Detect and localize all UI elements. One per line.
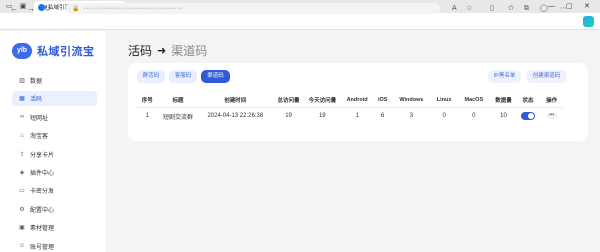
cell-index: 1 [145,113,149,120]
split-screen-icon[interactable]: ▯ [490,3,494,14]
brand-badge: ylb [12,43,32,59]
page-title-main: 活码 [128,44,153,58]
arrow-right-icon: ➜ [157,45,167,57]
more-menu-icon[interactable]: ⋯ [560,3,567,14]
more-actions-button[interactable]: ••• [546,112,557,119]
minimize-icon[interactable]: — [548,1,555,12]
url-text: •••••••••••••••••••••••••••••••••• [83,5,183,12]
table-header-row: 序号 标题 创建时间 总访问量 今天访问量 Android iOS Window… [136,94,564,107]
gear-icon: ⚙ [19,206,25,213]
cell-actions: ••• [539,107,564,125]
column-header: 数据量 [495,98,512,105]
sidebar-item-assets[interactable]: ▣ 素材管理 [12,220,97,235]
sidebar-item-plugins[interactable]: ◈ 插件中心 [12,165,97,180]
sidebar-item-card-dist[interactable]: ▭ 卡密分发 [12,183,97,198]
sidebar-item-label: 插件中心 [30,170,55,177]
copilot-icon[interactable] [583,16,594,27]
column-header: 今天访问量 [308,98,337,105]
read-aloud-icon[interactable]: A [452,3,457,14]
page-subtitle: 渠道码 [171,44,208,58]
cell-created-time: 2024-04-13 22:26:38 [207,113,264,120]
create-channel-code-button[interactable]: 创建渠道码 [526,70,567,83]
page-title: 活码 ➜ 渠道码 [128,42,207,59]
cell-today-visits: 19 [318,113,326,120]
cell-windows: 3 [409,113,414,120]
sidebar-item-label: 账号管理 [30,244,55,251]
close-window-icon[interactable]: ✕ [584,1,590,12]
url-input[interactable]: 🔒 •••••••••••••••••••••••••••••••••• [66,3,440,14]
address-bar [0,13,600,30]
sidebar-item-livecode[interactable]: ▦ 活码 [12,91,97,107]
chart-icon: ▥ [19,78,25,84]
column-header: 标题 [172,98,184,105]
brand-logo[interactable]: ylb 私域引流宝 [12,43,95,59]
share-icon: ⇪ [19,151,25,158]
column-header: iOS [377,97,388,104]
column-header: 序号 [141,98,153,105]
sidebar: ylb 私域引流宝 ▥ 数据 ▦ 活码 ∞ 短网址 ⌂ 淘宝客 ⇪ 分享卡片 ◈… [0,31,106,252]
sidebar-item-label: 卡密分发 [30,189,55,196]
column-header: 总访问量 [277,98,300,105]
sidebar-menu: ▥ 数据 ▦ 活码 ∞ 短网址 ⌂ 淘宝客 ⇪ 分享卡片 ◈ 插件中心 ▭ 卡密… [12,73,97,252]
favorites-icon[interactable]: ✩ [508,3,514,14]
tab-group-code[interactable]: 群活码 [137,70,165,83]
column-header: Android [346,97,368,104]
profile-avatar-icon[interactable]: ◯ [540,3,548,14]
sidebar-item-label: 配置中心 [30,207,55,214]
cell-data-count: 10 [500,113,507,120]
sidebar-item-label: 素材管理 [30,226,55,233]
column-header: Windows [399,97,424,104]
reload-icon[interactable]: ↻ [44,3,51,14]
status-toggle[interactable] [521,112,536,121]
column-header: 状态 [522,98,534,105]
sidebar-item-label: 数据 [30,79,43,85]
sidebar-item-taobaoke[interactable]: ⌂ 淘宝客 [12,128,97,143]
collections-icon[interactable]: ⧉ [524,3,529,14]
channel-code-table: 序号 标题 创建时间 总访问量 今天访问量 Android iOS Window… [136,94,564,125]
ip-blacklist-button[interactable]: IP黑名单 [488,70,521,83]
tab-service-code[interactable]: 客服码 [169,70,197,83]
sidebar-item-label: 活码 [30,97,43,104]
cell-macos: 0 [472,113,476,120]
column-header: 操作 [546,98,558,105]
cell-linux: 0 [442,113,446,120]
cell-total-visits: 19 [285,113,292,120]
sidebar-item-short-url[interactable]: ∞ 短网址 [12,110,97,125]
forward-icon[interactable]: → [27,3,35,14]
tab-channel-code[interactable]: 渠道码 [201,70,230,83]
cell-title: 短剧交流群 [162,114,193,121]
table-row[interactable]: 1 短剧交流群 2024-04-13 22:26:38 19 19 1 6 3 … [136,107,564,125]
back-icon[interactable]: ← [10,3,18,14]
sidebar-item-label: 短网址 [30,115,49,122]
brand-name: 私域引流宝 [37,45,95,58]
user-icon: ☺ [18,243,26,250]
cell-status [517,107,540,125]
cell-ios: 6 [381,113,385,120]
shop-icon: ⌂ [20,132,24,139]
column-header: Linux [436,97,452,104]
sidebar-item-data[interactable]: ▥ 数据 [12,73,97,88]
lock-icon: 🔒 [72,6,80,12]
sidebar-item-accounts[interactable]: ☺ 账号管理 [12,239,97,252]
card-icon: ▭ [19,188,25,195]
sidebar-item-label: 分享卡片 [30,152,55,159]
channel-code-card: 群活码 客服码 渠道码 IP黑名单 创建渠道码 序号 标题 创建时间 总访问量 … [128,63,588,141]
image-icon: ▣ [19,225,25,232]
column-header: 创建时间 [224,98,247,105]
plugin-icon: ◈ [19,169,25,176]
favorite-star-icon[interactable]: ☆ [466,3,472,14]
column-header: MacOS [464,97,484,104]
link-icon: ∞ [19,114,25,121]
sidebar-item-config[interactable]: ⚙ 配置中心 [12,202,97,217]
sidebar-item-share-card[interactable]: ⇪ 分享卡片 [12,147,97,162]
cell-android: 1 [355,113,359,120]
sidebar-item-label: 淘宝客 [30,134,49,141]
qrcode-icon: ▦ [19,96,25,103]
